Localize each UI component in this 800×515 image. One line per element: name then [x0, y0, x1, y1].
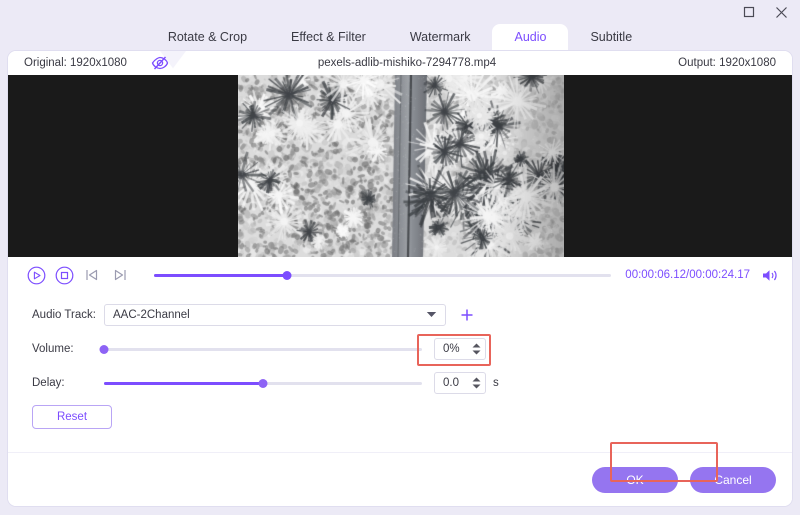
cancel-button[interactable]: Cancel: [690, 466, 776, 493]
delay-thumb[interactable]: [258, 378, 268, 388]
eye-off-icon[interactable]: [150, 54, 170, 72]
volume-value-field[interactable]: 0%: [434, 338, 486, 360]
delay-value: 0.0: [443, 377, 459, 389]
editor-window: Rotate & Crop Effect & Filter Watermark …: [0, 0, 800, 515]
next-frame-icon[interactable]: [108, 263, 132, 287]
audio-track-row: Audio Track: AAC-2Channel: [8, 303, 792, 327]
video-preview[interactable]: [238, 75, 564, 257]
seek-slider[interactable]: [154, 266, 612, 284]
delay-stepper[interactable]: [472, 377, 481, 389]
video-frame-image: [238, 75, 564, 257]
maximize-icon[interactable]: [740, 3, 758, 21]
output-resolution: Output: 1920x1080: [622, 51, 792, 75]
delay-value-field[interactable]: 0.0: [434, 372, 486, 394]
add-audio-track-button[interactable]: [458, 306, 476, 324]
chevron-down-icon: [426, 309, 437, 321]
volume-value: 0%: [443, 343, 460, 355]
seek-thumb[interactable]: [282, 270, 292, 280]
previous-frame-icon[interactable]: [80, 263, 104, 287]
video-stage: [8, 75, 792, 257]
tab-watermark[interactable]: Watermark: [388, 24, 493, 51]
ok-button[interactable]: OK: [592, 466, 678, 493]
delay-label: Delay:: [32, 377, 65, 389]
tab-effect-filter[interactable]: Effect & Filter: [269, 24, 388, 51]
delay-row: Delay: 0.0 s: [8, 371, 792, 395]
volume-track: [104, 347, 422, 351]
stop-circle-icon[interactable]: [52, 263, 76, 287]
main-panel: Original: 1920x1080 pexels-adlib-mishiko…: [8, 51, 792, 506]
audio-track-label: Audio Track:: [32, 309, 96, 321]
reset-button[interactable]: Reset: [32, 405, 112, 429]
tab-subtitle[interactable]: Subtitle: [568, 24, 654, 51]
speaker-icon[interactable]: [758, 264, 780, 286]
delay-fill: [104, 381, 263, 385]
volume-thumb[interactable]: [99, 344, 109, 354]
delay-unit: s: [493, 377, 499, 389]
audio-track-select[interactable]: AAC-2Channel: [104, 304, 446, 326]
volume-row: Volume: 0%: [8, 334, 792, 366]
tab-strip: Rotate & Crop Effect & Filter Watermark …: [0, 24, 800, 51]
time-display: 00:00:06.12/00:00:24.17: [625, 269, 750, 281]
volume-stepper[interactable]: [472, 343, 481, 355]
playback-bar: 00:00:06.12/00:00:24.17: [8, 257, 792, 293]
tab-rotate-crop[interactable]: Rotate & Crop: [146, 24, 269, 51]
audio-track-value: AAC-2Channel: [113, 309, 190, 321]
title-bar: [0, 0, 800, 24]
audio-settings: Audio Track: AAC-2Channel Volume: 0% Del…: [8, 293, 792, 452]
delay-slider[interactable]: [104, 374, 422, 392]
dialog-footer: OK Cancel: [8, 452, 792, 506]
play-circle-icon[interactable]: [24, 263, 48, 287]
window-controls: [740, 3, 790, 21]
file-name: pexels-adlib-mishiko-7294778.mp4: [168, 51, 646, 75]
tab-audio[interactable]: Audio: [492, 24, 569, 51]
volume-label: Volume:: [32, 343, 74, 355]
close-icon[interactable]: [772, 3, 790, 21]
info-bar: Original: 1920x1080 pexels-adlib-mishiko…: [8, 51, 792, 75]
volume-slider[interactable]: [99, 340, 422, 358]
seek-fill: [154, 273, 287, 277]
